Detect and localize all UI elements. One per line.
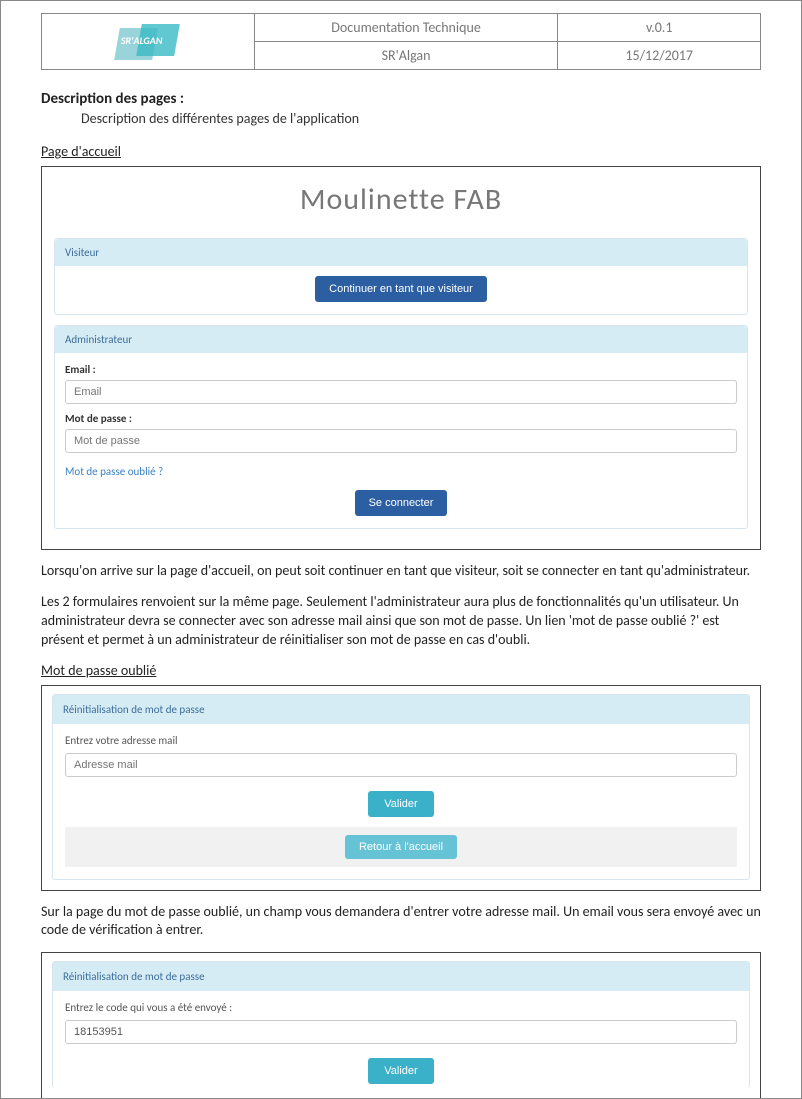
document-header-table: SR'ALGAN Documentation Technique v.0.1 S…	[41, 13, 761, 70]
forgot-heading: Mot de passe oublié	[41, 662, 761, 679]
email-label: Email :	[65, 363, 737, 376]
back-home-button[interactable]: Retour à l'accueil	[345, 835, 457, 859]
login-button[interactable]: Se connecter	[355, 490, 448, 516]
admin-panel: Administrateur Email : Mot de passe : Mo…	[54, 325, 748, 529]
doc-project: SR'Algan	[254, 42, 558, 70]
doc-type: Documentation Technique	[254, 14, 558, 42]
forgot-password-link[interactable]: Mot de passe oublié ?	[65, 465, 163, 478]
validate-code-button[interactable]: Valider	[368, 1058, 433, 1084]
reset-email-label: Entrez votre adresse mail	[65, 734, 737, 747]
admin-panel-title: Administrateur	[55, 326, 747, 353]
section-title: Description des pages :	[41, 90, 761, 108]
logo-cell: SR'ALGAN	[42, 14, 255, 70]
screenshot-reset-email: Réinitialisation de mot de passe Entrez …	[41, 685, 761, 891]
home-para-1: Lorsqu'on arrive sur la page d'accueil, …	[41, 562, 761, 581]
logo-text: SR'ALGAN	[121, 34, 163, 47]
code-panel-title: Réinitialisation de mot de passe	[53, 962, 749, 991]
sralgan-logo: SR'ALGAN	[113, 22, 183, 62]
visitor-panel-title: Visiteur	[55, 239, 747, 266]
screenshot-home: Moulinette FAB Visiteur Continuer en tan…	[41, 166, 761, 550]
home-heading: Page d'accueil	[41, 143, 761, 160]
section-intro: Description des différentes pages de l'a…	[81, 110, 761, 127]
email-field[interactable]	[65, 380, 737, 404]
reset-email-field[interactable]	[65, 753, 737, 777]
password-field[interactable]	[65, 429, 737, 453]
forgot-para: Sur la page du mot de passe oublié, un c…	[41, 903, 761, 941]
validate-email-button[interactable]: Valider	[368, 791, 433, 817]
password-label: Mot de passe :	[65, 412, 737, 425]
doc-date: 15/12/2017	[558, 42, 761, 70]
screenshot-reset-code: Réinitialisation de mot de passe Entrez …	[41, 952, 761, 1098]
code-field[interactable]	[65, 1020, 737, 1044]
visitor-panel: Visiteur Continuer en tant que visiteur	[54, 238, 748, 315]
reset-panel-title: Réinitialisation de mot de passe	[53, 695, 749, 724]
continue-visitor-button[interactable]: Continuer en tant que visiteur	[315, 276, 487, 302]
home-para-2: Les 2 formulaires renvoient sur la même …	[41, 593, 761, 650]
code-label: Entrez le code qui vous a été envoyé :	[65, 1001, 737, 1014]
app-title: Moulinette FAB	[50, 173, 752, 232]
doc-version: v.0.1	[558, 14, 761, 42]
